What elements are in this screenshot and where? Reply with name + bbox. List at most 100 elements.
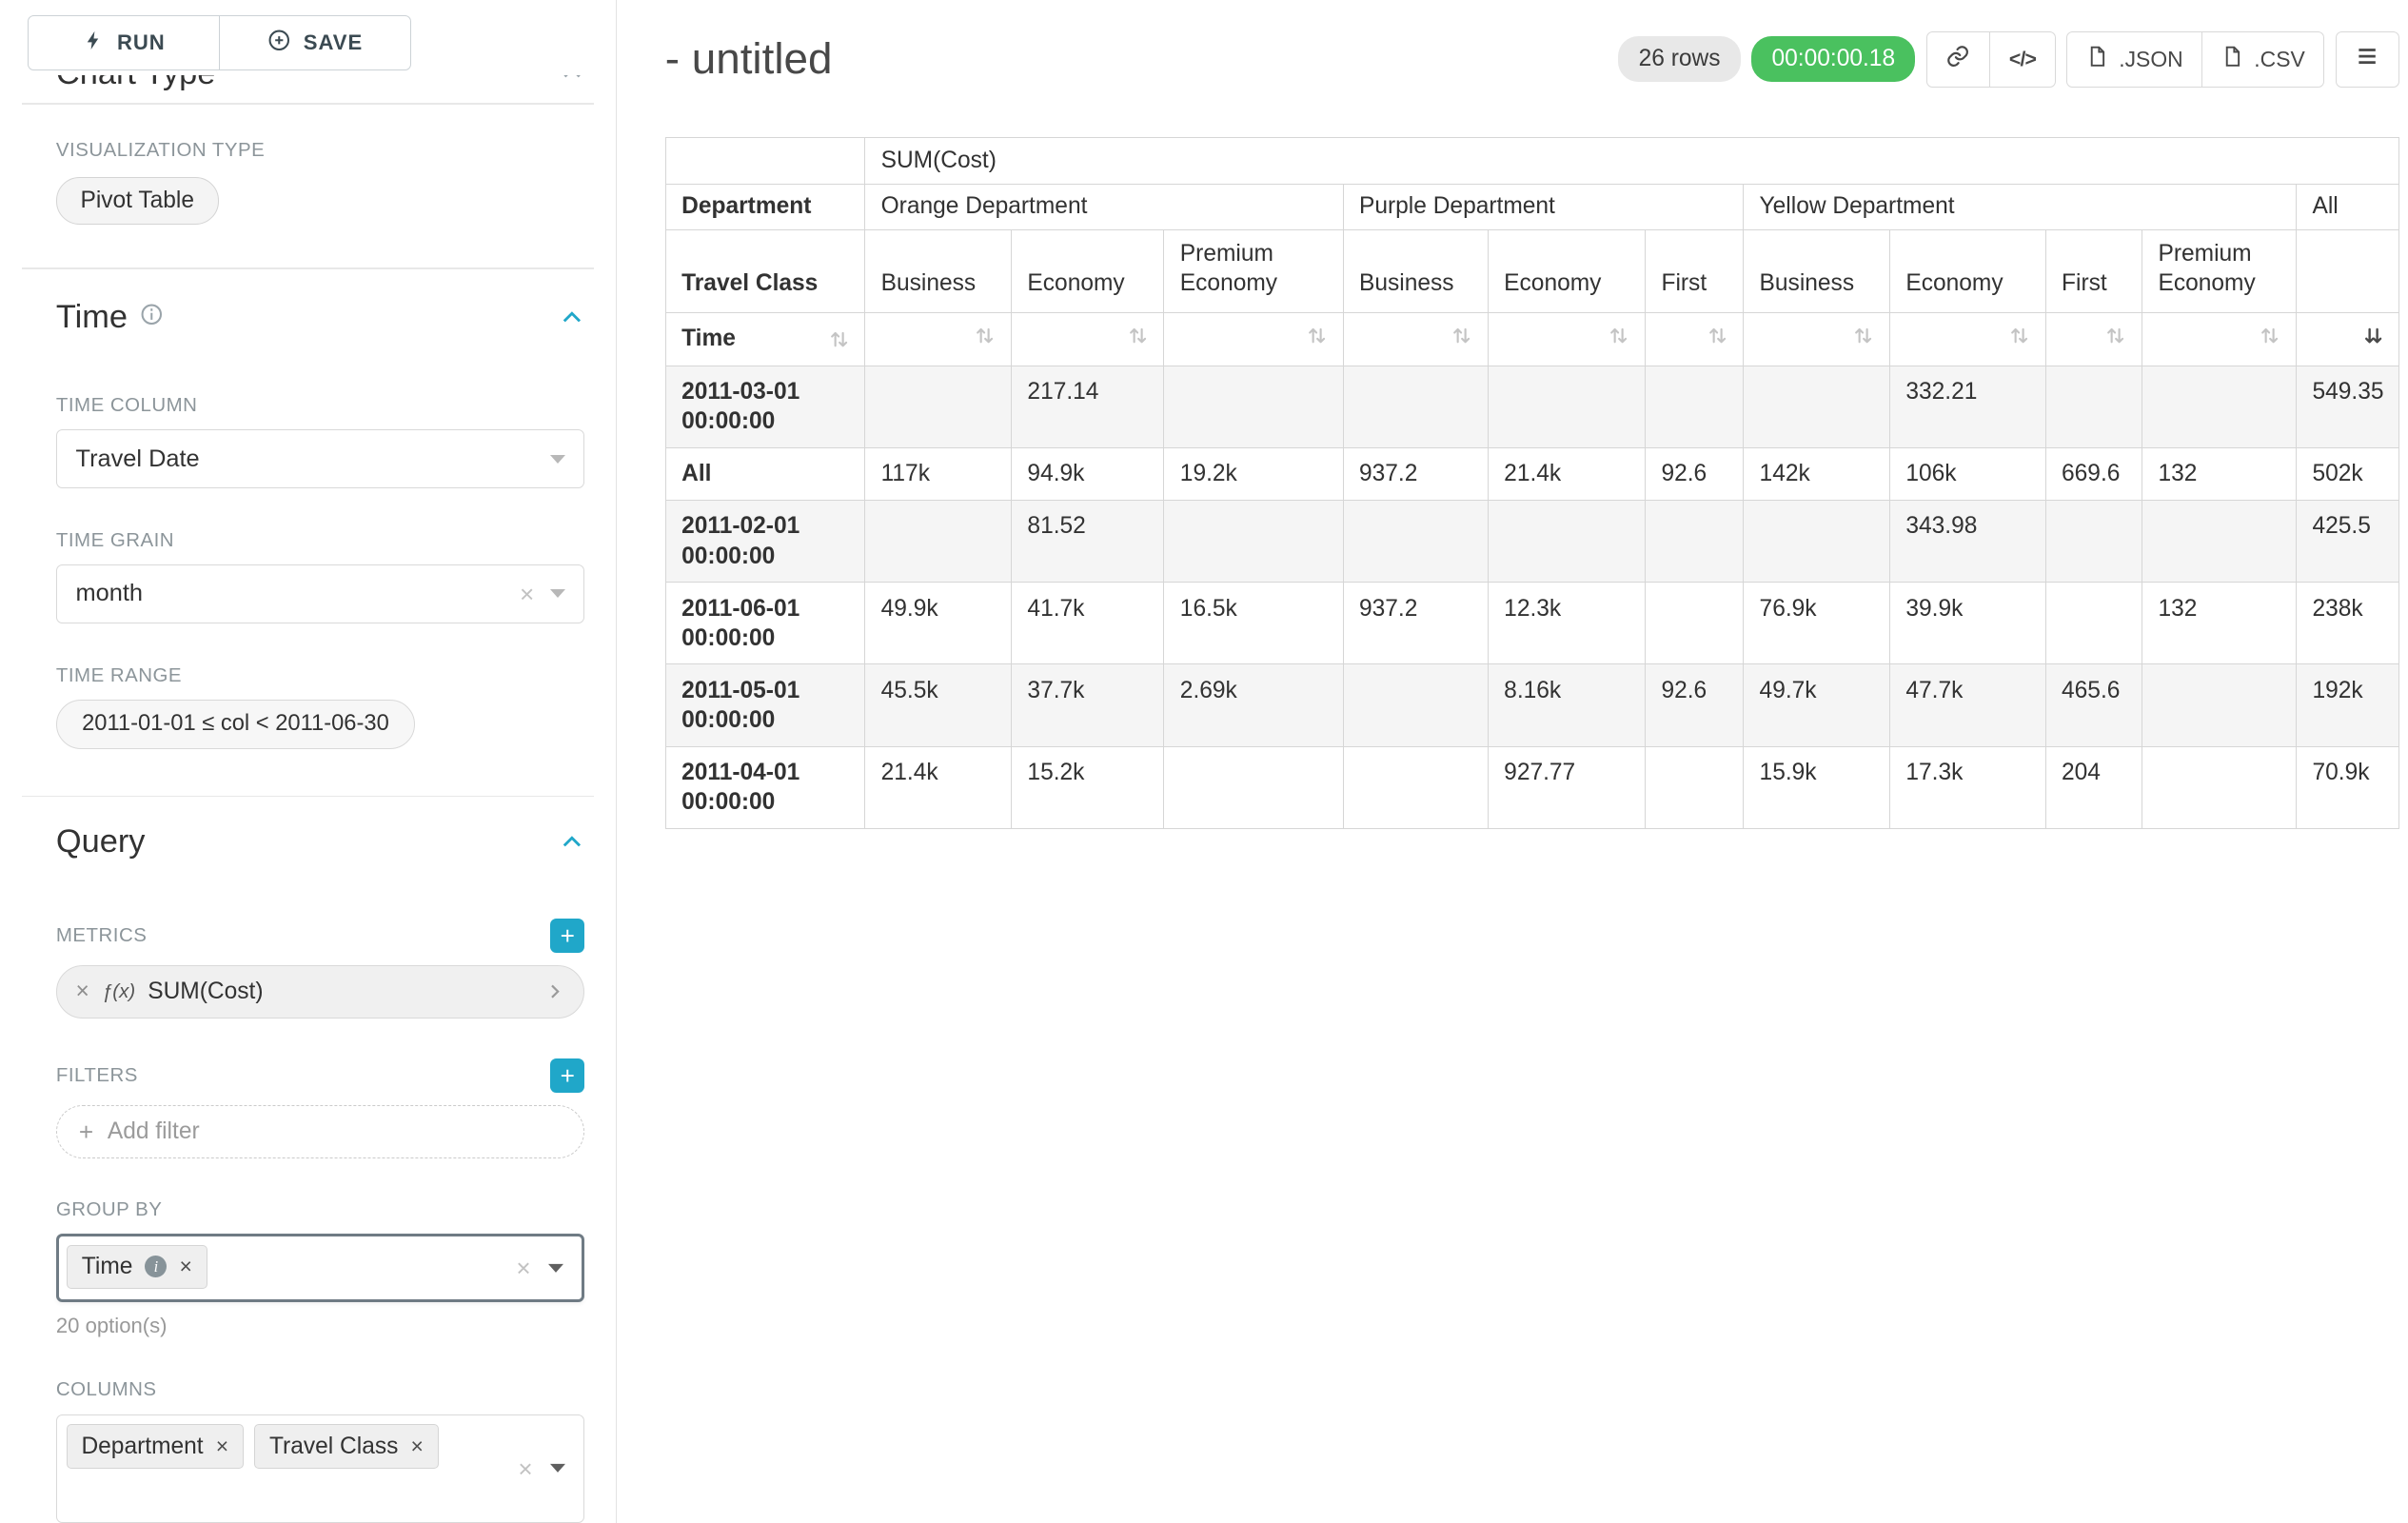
pivot-sort-header[interactable]: [1890, 313, 2046, 366]
time-grain-value: month: [76, 580, 143, 607]
group-by-label: GROUP BY: [56, 1198, 584, 1221]
pivot-sort-header[interactable]: [1343, 313, 1488, 366]
sort-desc-icon[interactable]: [2363, 326, 2383, 346]
pivot-group-header: Yellow Department: [1744, 184, 2297, 230]
chevron-down-icon[interactable]: [550, 455, 565, 464]
run-button[interactable]: RUN: [28, 15, 220, 69]
pivot-sort-header[interactable]: [1012, 313, 1164, 366]
remove-tag-icon[interactable]: ×: [216, 1435, 228, 1457]
chevron-up-icon[interactable]: [559, 305, 585, 331]
link-icon: [1945, 44, 1970, 74]
sort-icon[interactable]: [1707, 326, 1727, 346]
pivot-row-header: 2011-06-01 00:00:00: [665, 583, 864, 664]
plus-circle-icon: [267, 29, 291, 58]
pivot-class-header: Premium Economy: [1164, 230, 1343, 313]
pivot-cell: [2142, 746, 2297, 828]
pivot-row: 2011-04-01 00:00:0021.4k15.2k927.7715.9k…: [665, 746, 2399, 828]
divider: [22, 267, 594, 269]
pivot-cell: 21.4k: [1488, 447, 1645, 500]
sort-icon[interactable]: [1451, 326, 1471, 346]
time-range-label: TIME RANGE: [56, 664, 584, 687]
sort-icon[interactable]: [1307, 326, 1327, 346]
pivot-sort-header[interactable]: [2297, 313, 2399, 366]
pivot-cell: 17.3k: [1890, 746, 2046, 828]
pivot-cell: 669.6: [2045, 447, 2142, 500]
menu-button[interactable]: [2336, 31, 2399, 88]
time-column-select[interactable]: Travel Date: [56, 429, 584, 488]
sort-icon[interactable]: [2105, 326, 2125, 346]
file-icon: [2086, 45, 2108, 74]
pivot-cell: [1164, 746, 1343, 828]
time-grain-select[interactable]: month ×: [56, 564, 584, 623]
explore-view: RUN SAVE Chart Type VISUALIZATION TYPE P…: [0, 0, 2408, 1523]
sort-icon[interactable]: [1128, 326, 1148, 346]
sort-icon[interactable]: [1609, 326, 1628, 346]
clear-icon[interactable]: ×: [516, 1256, 530, 1280]
chevron-down-icon[interactable]: [548, 1264, 563, 1273]
visualization-type-label: VISUALIZATION TYPE: [56, 139, 584, 162]
pivot-sort-header[interactable]: [2045, 313, 2142, 366]
sort-icon[interactable]: [2009, 326, 2029, 346]
pivot-cell: 16.5k: [1164, 583, 1343, 664]
sort-icon[interactable]: [975, 326, 995, 346]
tag-label: Time: [82, 1254, 133, 1280]
group-by-select[interactable]: Time i × ×: [56, 1234, 584, 1302]
pivot-class-header: Economy: [1488, 230, 1645, 313]
pivot-cell: 47.7k: [1890, 664, 2046, 746]
remove-metric-icon[interactable]: ×: [76, 979, 89, 1005]
pivot-cell: 106k: [1890, 447, 2046, 500]
chevron-down-icon[interactable]: [550, 1464, 565, 1473]
pivot-sort-header[interactable]: [865, 313, 1012, 366]
pivot-sort-header[interactable]: [1488, 313, 1645, 366]
info-icon: i: [145, 1256, 167, 1277]
query-section-header[interactable]: Query: [56, 821, 584, 862]
pivot-sort-header[interactable]: [1646, 313, 1744, 366]
clear-icon[interactable]: ×: [518, 1456, 532, 1481]
actions-bar: RUN SAVE: [0, 0, 614, 75]
clear-icon[interactable]: ×: [520, 582, 534, 606]
columns-select[interactable]: Department × Travel Class × ×: [56, 1414, 584, 1523]
metric-pill[interactable]: × ƒ(x) SUM(Cost): [56, 965, 584, 1019]
pivot-row-header: 2011-05-01 00:00:00: [665, 664, 864, 746]
save-button[interactable]: SAVE: [220, 15, 411, 69]
pivot-cell: [1343, 500, 1488, 582]
code-icon: </>: [2009, 48, 2036, 71]
chevron-up-icon[interactable]: [559, 829, 585, 856]
export-json-button[interactable]: .JSON: [2066, 31, 2202, 88]
add-filter-button[interactable]: + Add filter: [56, 1105, 584, 1158]
pivot-sort-header[interactable]: [1744, 313, 1890, 366]
add-metric-button[interactable]: +: [550, 919, 584, 953]
add-filter-plus-button[interactable]: +: [550, 1058, 584, 1093]
pivot-cell: 15.2k: [1012, 746, 1164, 828]
pivot-cell: 41.7k: [1012, 583, 1164, 664]
remove-tag-icon[interactable]: ×: [179, 1256, 191, 1277]
control-panel-scroll[interactable]: Chart Type VISUALIZATION TYPE Pivot Tabl…: [0, 0, 616, 1523]
remove-tag-icon[interactable]: ×: [410, 1435, 423, 1457]
query-section-title: Query: [56, 821, 146, 862]
columns-tag[interactable]: Department ×: [67, 1424, 244, 1468]
embed-code-button[interactable]: </>: [1990, 31, 2056, 88]
pivot-sort-header[interactable]: [1164, 313, 1343, 366]
time-section-header[interactable]: Time: [56, 297, 584, 338]
time-grain-label: TIME GRAIN: [56, 529, 584, 552]
viz-type-pill[interactable]: Pivot Table: [56, 177, 219, 225]
pivot-cell: [2142, 366, 2297, 447]
pivot-time-axis[interactable]: Time: [665, 313, 864, 366]
pivot-cell: 81.52: [1012, 500, 1164, 582]
sort-icon[interactable]: [2260, 326, 2280, 346]
pivot-cell: 117k: [865, 447, 1012, 500]
pivot-cell: 238k: [2297, 583, 2399, 664]
pivot-sort-header[interactable]: [2142, 313, 2297, 366]
columns-tag[interactable]: Travel Class ×: [254, 1424, 438, 1468]
sort-icon[interactable]: [829, 329, 849, 349]
tag-label: Department: [81, 1434, 203, 1460]
pivot-class-header: First: [2045, 230, 2142, 313]
sort-icon[interactable]: [1853, 326, 1873, 346]
group-by-tag[interactable]: Time i ×: [67, 1245, 207, 1289]
time-range-pill[interactable]: 2011-01-01 ≤ col < 2011-06-30: [56, 700, 415, 749]
chevron-right-icon[interactable]: [544, 981, 564, 1001]
pivot-row-header: 2011-04-01 00:00:00: [665, 746, 864, 828]
export-csv-button[interactable]: .CSV: [2202, 31, 2324, 88]
chevron-down-icon[interactable]: [550, 589, 565, 598]
copy-link-button[interactable]: [1926, 31, 1990, 88]
